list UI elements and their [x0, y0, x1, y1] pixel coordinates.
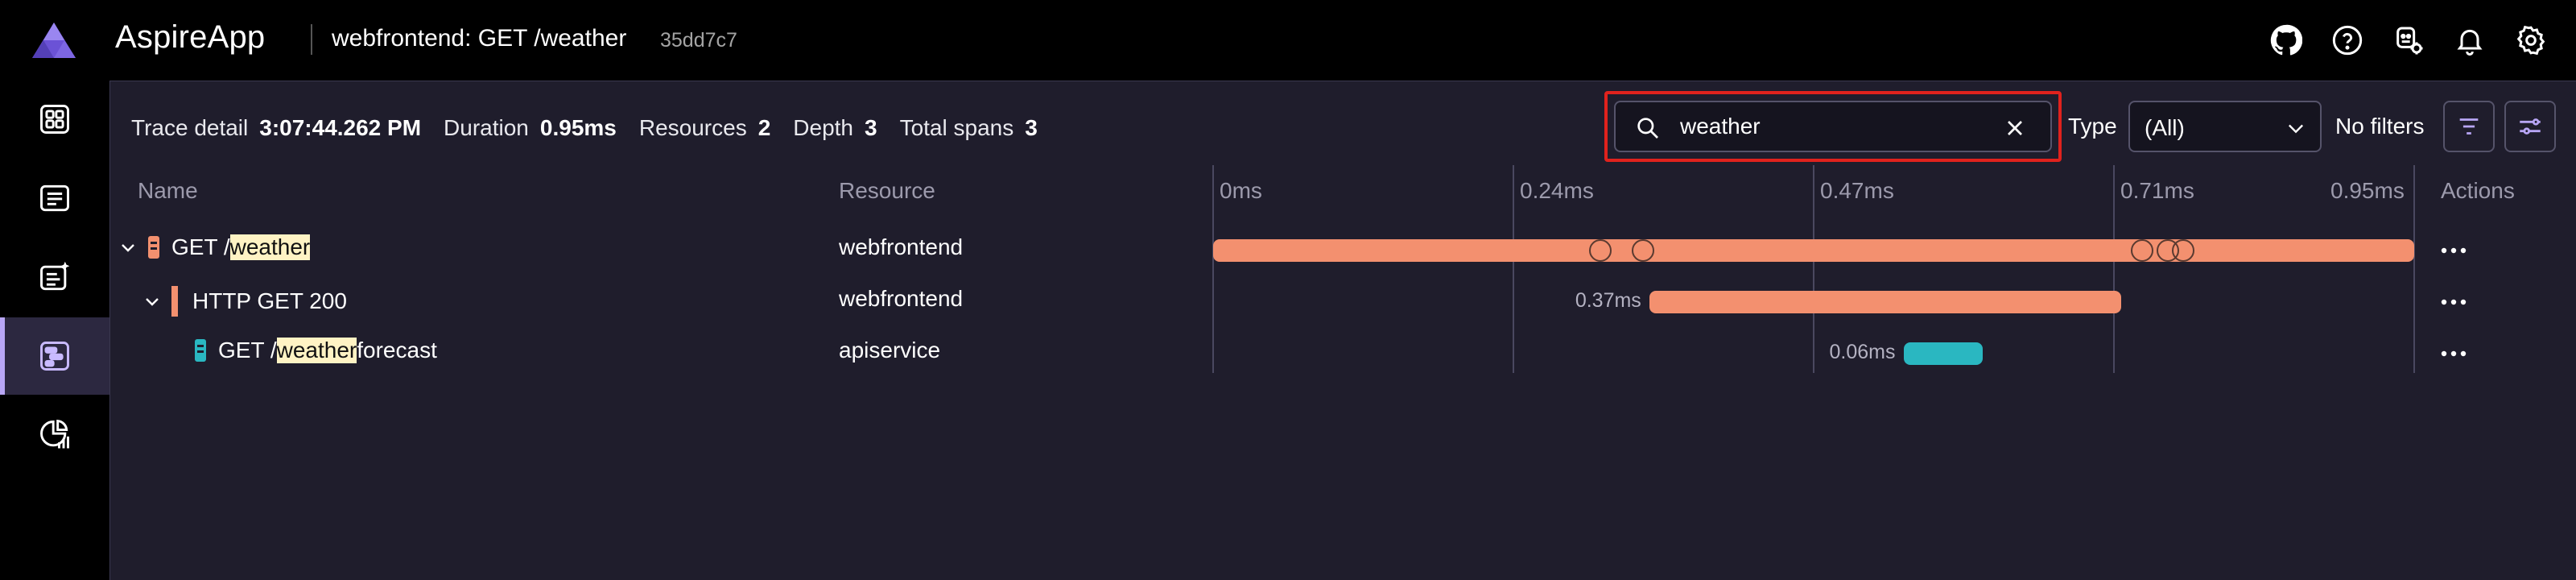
span-name-prefix: HTTP GET 200 — [192, 288, 347, 313]
resources-value: 2 — [758, 115, 771, 140]
trace-detail-label: Trace detail — [131, 115, 249, 140]
settings-sliders-button[interactable] — [2504, 101, 2556, 152]
settings-person-icon[interactable] — [2391, 23, 2426, 58]
chevron-down-icon — [2289, 124, 2303, 134]
span-bar[interactable] — [1649, 291, 2121, 313]
resource-icon — [195, 339, 206, 362]
type-filter-select[interactable]: (All) — [2128, 101, 2322, 152]
app-title[interactable]: AspireApp — [115, 19, 265, 56]
top-bar: AspireApp webfrontend: GET /weather 35dd… — [0, 0, 2576, 81]
structured-logs-icon — [40, 261, 70, 291]
total-spans-label: Total spans — [899, 115, 1014, 140]
trace-id: 35dd7c7 — [660, 29, 737, 52]
span-event-marker[interactable] — [1588, 239, 1612, 262]
chevron-down-icon[interactable] — [118, 238, 138, 257]
span-name-match: weather — [276, 338, 357, 363]
type-filter-label: Type — [2068, 114, 2117, 139]
resource-icon — [148, 236, 159, 259]
gear-icon[interactable] — [2513, 23, 2549, 58]
span-name-prefix: GET / — [171, 234, 230, 259]
console-icon — [40, 184, 69, 212]
grid-icon — [40, 105, 69, 134]
aspire-logo-icon[interactable] — [31, 21, 77, 60]
sidebar-item-console[interactable] — [0, 160, 109, 237]
metrics-icon — [40, 420, 69, 449]
span-bar[interactable] — [1213, 239, 2414, 262]
trace-detail-panel: Trace detail 3:07:44.262 PM Duration 0.9… — [109, 81, 2576, 580]
span-duration-label: 0.37ms — [1575, 289, 1641, 312]
span-resource: apiservice — [839, 338, 941, 362]
span-bar[interactable] — [1903, 342, 1984, 365]
filter-button[interactable] — [2443, 101, 2495, 152]
search-input[interactable] — [1680, 109, 1986, 144]
depth-label: Depth — [793, 115, 853, 140]
trace-summary: Trace detail 3:07:44.262 PM Duration 0.9… — [131, 115, 1060, 147]
span-name-prefix: GET / — [218, 338, 277, 362]
help-icon[interactable] — [2330, 23, 2365, 58]
bell-icon[interactable] — [2452, 23, 2487, 58]
filter-icon — [2459, 118, 2479, 135]
duration-value: 0.95ms — [539, 115, 617, 140]
resources-label: Resources — [638, 115, 747, 140]
span-resource: webfrontend — [839, 286, 964, 311]
span-duration-label: 0.06ms — [1829, 341, 1896, 363]
search-icon — [1637, 118, 1658, 139]
filters-status: No filters — [2335, 114, 2425, 139]
span-resource: webfrontend — [839, 234, 964, 259]
title-separator — [311, 24, 312, 55]
depth-value: 3 — [865, 115, 877, 140]
timeline-tick-label: 0.95ms — [2330, 178, 2405, 203]
timeline-tick-label: 0.47ms — [1820, 178, 1894, 203]
search-box[interactable] — [1614, 101, 2052, 152]
duration-label: Duration — [444, 115, 529, 140]
sliders-icon — [2520, 118, 2541, 135]
sidebar-item-metrics[interactable] — [0, 396, 109, 474]
traces-icon — [40, 342, 69, 371]
span-event-marker[interactable] — [1631, 239, 1654, 262]
page-title: webfrontend: GET /weather — [332, 25, 627, 52]
sidebar-item-structured-logs[interactable] — [0, 238, 109, 316]
github-icon[interactable] — [2268, 23, 2304, 58]
clear-search-icon[interactable] — [2002, 115, 2028, 141]
chevron-down-icon[interactable] — [142, 292, 162, 311]
table-row[interactable]: GET / weather forecast apiservice — [110, 328, 2576, 379]
sidebar — [0, 81, 109, 580]
trace-detail-value: 3:07:44.262 PM — [259, 115, 422, 140]
sidebar-item-resources[interactable] — [0, 81, 109, 158]
timeline-tick-label: 0.24ms — [1520, 178, 1594, 203]
more-actions-icon[interactable] — [2438, 296, 2470, 309]
more-actions-icon[interactable] — [2438, 244, 2470, 257]
timeline-tick-label: 0ms — [1220, 178, 1262, 203]
timeline-tick-label: 0.71ms — [2120, 178, 2194, 203]
type-filter-value: (All) — [2145, 115, 2185, 140]
span-event-marker[interactable] — [2171, 239, 2194, 262]
column-header-resource[interactable]: Resource — [839, 178, 935, 204]
span-name-match: weather — [229, 234, 311, 260]
more-actions-icon[interactable] — [2438, 347, 2470, 360]
table-row[interactable]: HTTP GET 200 webfrontend — [110, 276, 2576, 328]
sidebar-item-traces[interactable] — [0, 317, 109, 395]
column-header-name[interactable]: Name — [138, 178, 198, 204]
column-header-actions: Actions — [2441, 178, 2515, 203]
span-name-suffix: forecast — [357, 338, 437, 362]
span-color-marker — [171, 286, 178, 317]
total-spans-value: 3 — [1025, 115, 1038, 140]
